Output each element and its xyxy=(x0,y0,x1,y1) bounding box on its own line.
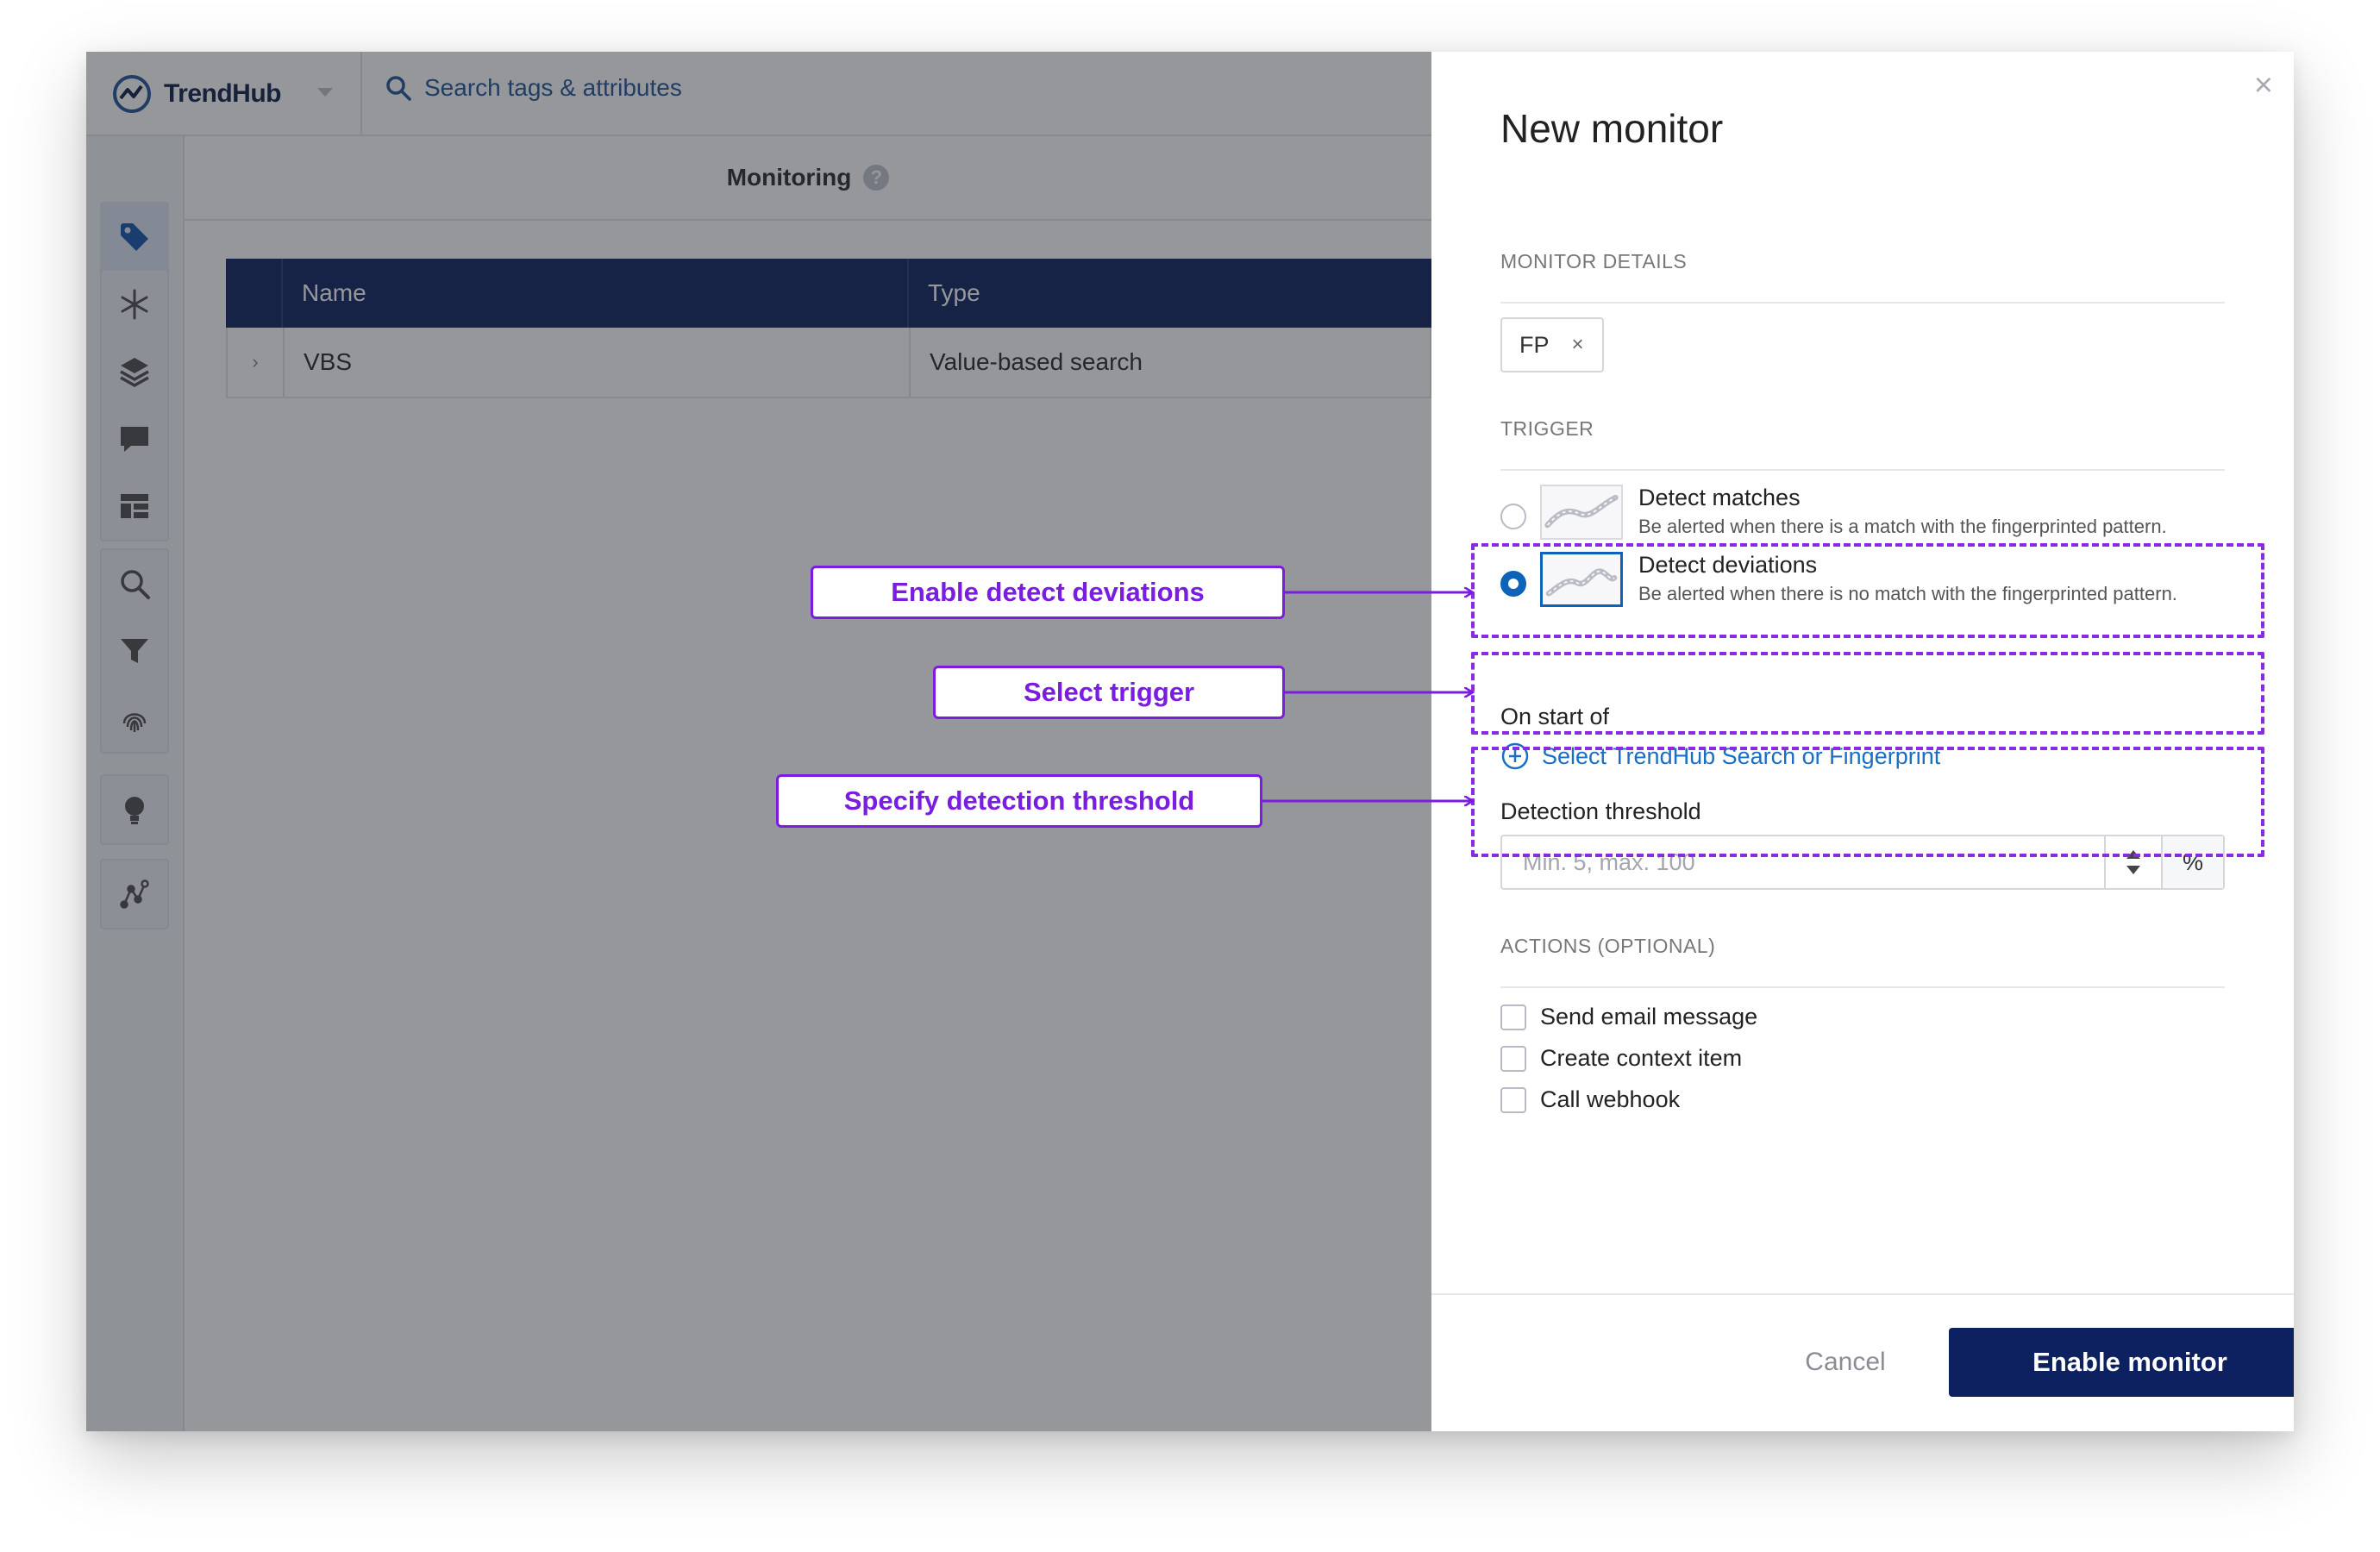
app-window: TrendHub Search tags & attributes Monito… xyxy=(86,52,2294,1431)
fingerprint-chip: FP × xyxy=(1500,317,1604,372)
section-label-actions: ACTIONS (OPTIONAL) xyxy=(1500,935,1716,957)
stepper-down-icon[interactable] xyxy=(2126,866,2140,874)
cancel-button[interactable]: Cancel xyxy=(1759,1328,1932,1397)
footer-divider xyxy=(1431,1293,2294,1295)
app-background: TrendHub Search tags & attributes Monito… xyxy=(86,52,1431,1431)
section-label-trigger: TRIGGER xyxy=(1500,417,1594,440)
highlight-select-trigger xyxy=(1471,652,2264,735)
action-label: Create context item xyxy=(1540,1045,1743,1071)
checkbox-call-webhook[interactable] xyxy=(1500,1086,1526,1113)
action-call-webhook[interactable]: Call webhook xyxy=(1500,1086,1680,1113)
option-title: Detect matches xyxy=(1638,485,1801,510)
option-description: Be alerted when there is a match with th… xyxy=(1638,516,2167,537)
chip-label: FP xyxy=(1519,331,1550,358)
radio-detect-matches[interactable] xyxy=(1500,504,1526,529)
highlight-detect-deviations xyxy=(1471,543,2264,638)
close-icon[interactable]: × xyxy=(2254,69,2273,102)
chip-remove-icon[interactable]: × xyxy=(1572,333,1584,357)
option-text: Detect matches Be alerted when there is … xyxy=(1638,485,2242,540)
section-divider xyxy=(1500,469,2225,471)
option-detect-matches[interactable]: Detect matches Be alerted when there is … xyxy=(1500,485,2242,540)
modal-backdrop[interactable] xyxy=(86,52,1431,1431)
action-label: Call webhook xyxy=(1540,1086,1681,1112)
action-send-email[interactable]: Send email message xyxy=(1500,1004,1757,1030)
annotation-specify-detection-threshold: Specify detection threshold xyxy=(776,774,1262,828)
annotation-enable-detect-deviations: Enable detect deviations xyxy=(811,566,1285,619)
checkbox-create-context-item[interactable] xyxy=(1500,1045,1526,1072)
pattern-match-icon xyxy=(1540,485,1623,540)
checkbox-send-email[interactable] xyxy=(1500,1004,1526,1030)
enable-monitor-button[interactable]: Enable monitor xyxy=(1949,1328,2294,1397)
new-monitor-drawer: × New monitor MONITOR DETAILS FP × TRIGG… xyxy=(1431,52,2294,1431)
highlight-detection-threshold xyxy=(1471,747,2264,857)
action-create-context-item[interactable]: Create context item xyxy=(1500,1045,1742,1072)
drawer-title: New monitor xyxy=(1500,106,1724,151)
section-label-monitor-details: MONITOR DETAILS xyxy=(1500,250,1688,272)
action-label: Send email message xyxy=(1540,1004,1758,1029)
annotation-select-trigger: Select trigger xyxy=(933,666,1285,719)
section-divider xyxy=(1500,986,2225,988)
section-divider xyxy=(1500,302,2225,304)
